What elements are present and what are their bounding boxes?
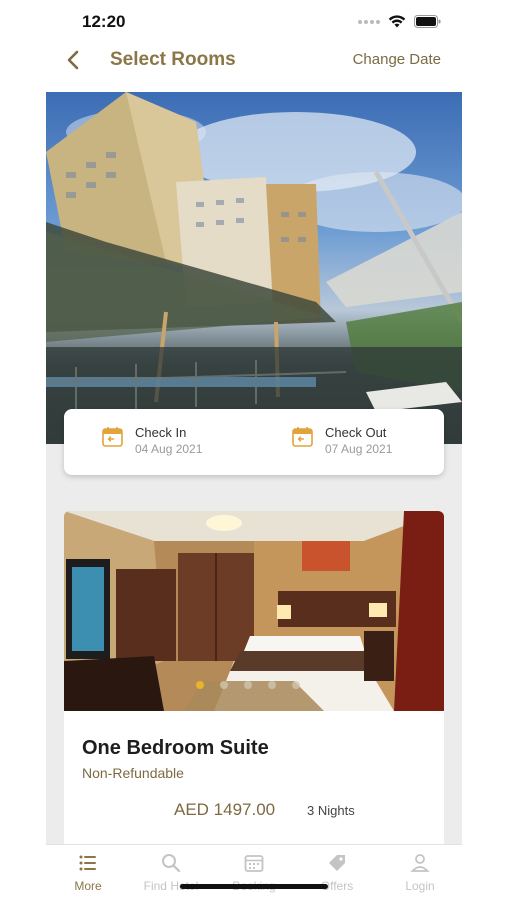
tab-bar: More Find Hotel Booking Offers Login xyxy=(46,844,462,900)
carousel-dot[interactable] xyxy=(244,681,252,689)
status-bar: 12:20 xyxy=(0,0,507,44)
check-out-label: Check Out xyxy=(325,425,387,440)
check-in-label: Check In xyxy=(135,425,187,440)
room-card[interactable]: One Bedroom Suite Non-Refundable AED 149… xyxy=(64,511,444,844)
back-button[interactable] xyxy=(62,48,86,72)
tab-label: Login xyxy=(405,879,435,893)
tag-icon xyxy=(329,855,345,871)
menu-icon xyxy=(79,855,96,871)
home-indicator xyxy=(180,884,328,889)
calendar-icon xyxy=(102,427,123,447)
user-icon xyxy=(410,854,430,872)
status-time: 12:20 xyxy=(82,12,126,31)
carousel-dot[interactable] xyxy=(268,681,276,689)
room-policy: Non-Refundable xyxy=(82,765,184,781)
check-out-value: 07 Aug 2021 xyxy=(325,442,393,456)
content-area[interactable]: Check In 04 Aug 2021 Check Out 07 Aug 20… xyxy=(46,92,462,844)
calendar-icon xyxy=(244,855,264,872)
calendar-icon xyxy=(292,427,313,447)
room-nights: 3 Nights xyxy=(307,803,355,818)
search-icon xyxy=(162,854,181,873)
tab-more[interactable]: More xyxy=(46,853,130,893)
photo-carousel-dots[interactable] xyxy=(196,681,300,689)
room-name: One Bedroom Suite xyxy=(82,737,269,759)
room-price: AED 1497.00 xyxy=(174,800,276,819)
carousel-dot[interactable] xyxy=(220,681,228,689)
status-icons xyxy=(358,15,441,28)
change-date-button[interactable]: Change Date xyxy=(353,51,441,68)
tab-login[interactable]: Login xyxy=(378,853,462,893)
room-photo[interactable] xyxy=(64,511,444,711)
stay-dates-card: Check In 04 Aug 2021 Check Out 07 Aug 20… xyxy=(64,409,444,475)
check-in-value: 04 Aug 2021 xyxy=(135,442,203,456)
wifi-icon xyxy=(388,15,406,28)
nav-bar: Select Rooms Change Date xyxy=(0,44,507,78)
check-out-date[interactable]: Check Out 07 Aug 2021 xyxy=(292,425,392,458)
hotel-hero-image xyxy=(46,92,462,444)
signal-icon xyxy=(358,19,380,24)
battery-icon xyxy=(414,15,441,28)
carousel-dot[interactable] xyxy=(292,681,300,689)
carousel-dot[interactable] xyxy=(196,681,204,689)
tab-label: More xyxy=(74,879,102,893)
page-title: Select Rooms xyxy=(110,49,236,70)
check-in-date[interactable]: Check In 04 Aug 2021 xyxy=(102,425,202,458)
